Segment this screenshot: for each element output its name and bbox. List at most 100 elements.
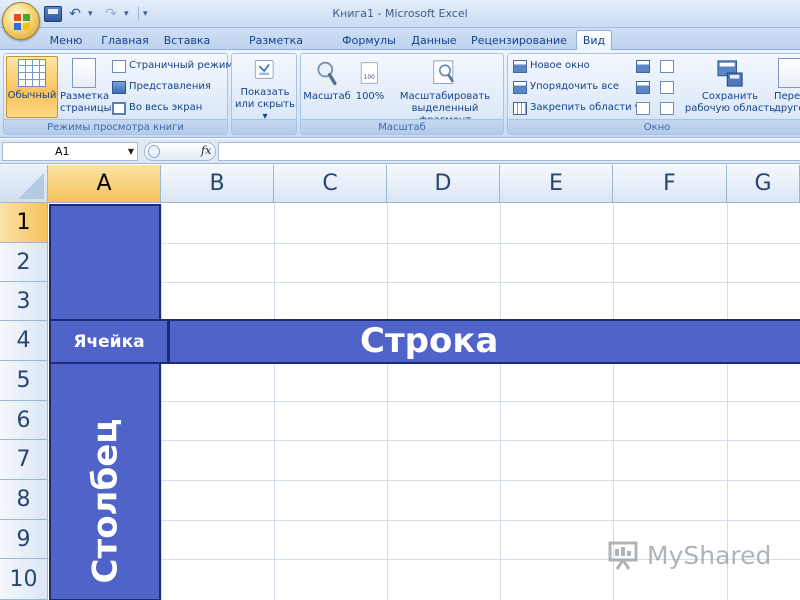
save-workspace-button[interactable]: Сохранить рабочую область	[684, 56, 776, 118]
formula-input[interactable]	[218, 142, 800, 161]
page-layout-label-1: Разметка	[60, 91, 110, 102]
row-header-2[interactable]: 2	[0, 243, 48, 282]
sync-scroll-button[interactable]	[660, 78, 674, 96]
tab-view[interactable]: Вид	[576, 30, 612, 51]
group-label-zoom: Масштаб	[301, 119, 503, 134]
column-header-f[interactable]: F	[613, 165, 727, 203]
row-header-5[interactable]: 5	[0, 361, 48, 401]
select-all-corner[interactable]	[0, 165, 48, 203]
title-bar: ↶ ▾ ↷ ▾ ▾ Книга1 - Microsoft Excel	[0, 0, 800, 28]
split-button[interactable]	[636, 57, 650, 75]
switch-windows-button[interactable]: Перей другое	[774, 56, 800, 118]
column-header-c[interactable]: C	[274, 165, 387, 203]
row-header-10[interactable]: 10	[0, 559, 48, 600]
zoom-label: Масштаб	[303, 91, 351, 102]
arrange-all-icon	[513, 80, 527, 94]
window-title: Книга1 - Microsoft Excel	[332, 7, 468, 20]
row-header-8[interactable]: 8	[0, 480, 48, 520]
save-workspace-label-1: Сохранить	[701, 91, 759, 102]
normal-view-icon	[18, 59, 46, 87]
hide-window-button[interactable]	[636, 78, 650, 96]
reset-position-button[interactable]	[660, 99, 674, 117]
row-header-1[interactable]: 1	[0, 203, 48, 243]
custom-views-button[interactable]: Представления	[112, 78, 211, 96]
column-label-text: Столбец	[85, 418, 126, 584]
row-header-6[interactable]: 6	[0, 401, 48, 440]
page-break-icon	[112, 59, 126, 73]
spreadsheet-grid[interactable]: A B C D E F G 1 2 3 4 5 6 7 8 9 10 Столб…	[0, 165, 800, 600]
column-header-g[interactable]: G	[727, 165, 800, 203]
new-window-button[interactable]: Новое окно	[513, 57, 590, 75]
column-label: Столбец	[55, 411, 155, 591]
zoom-selection-label-1: Масштабировать	[399, 91, 491, 102]
page-break-preview-button[interactable]: Страничный режим	[112, 57, 233, 75]
page-layout-icon	[72, 58, 96, 88]
normal-view-button[interactable]: Обычный	[6, 56, 58, 118]
name-box-dropdown-icon[interactable]: ▼	[128, 143, 134, 160]
zoom-selection-icon	[433, 60, 454, 84]
group-window: Новое окно Упорядочить все Закрепить обл…	[507, 53, 800, 135]
row-header-7[interactable]: 7	[0, 440, 48, 480]
sync-scroll-icon	[660, 80, 674, 94]
full-screen-button[interactable]: Во весь экран	[112, 99, 202, 117]
page-break-label: Страничный режим	[129, 60, 233, 71]
zoom-to-selection-button[interactable]: Масштабировать выделенный фрагмент	[389, 56, 501, 126]
column-header-b[interactable]: B	[161, 165, 274, 203]
group-show-hide: Показать или скрыть ▾	[231, 53, 297, 135]
side-by-side-icon	[660, 59, 674, 73]
switch-windows-icon	[778, 58, 800, 88]
freeze-panes-button[interactable]: Закрепить области ▾	[513, 99, 640, 117]
save-workspace-label-2: рабочую область	[684, 103, 776, 114]
switch-windows-label-1: Перей	[774, 91, 800, 102]
presentation-board-icon	[608, 541, 638, 570]
row-label: Строка	[360, 321, 499, 361]
show-hide-label-1: Показать	[240, 87, 290, 98]
freeze-panes-icon	[513, 101, 527, 115]
view-side-by-side-button[interactable]	[660, 57, 674, 75]
zoom-button[interactable]: Масштаб	[303, 56, 351, 118]
zoom-100-button[interactable]: 100 100%	[353, 56, 387, 118]
cell-label: Ячейка	[73, 331, 145, 352]
unhide-window-button[interactable]	[636, 99, 650, 117]
new-window-icon	[513, 59, 527, 73]
tab-menu[interactable]: Меню	[46, 32, 86, 50]
page-layout-button[interactable]: Разметка страницы	[60, 56, 112, 118]
tab-formulas[interactable]: Формулы	[340, 32, 398, 50]
office-logo-icon	[14, 14, 30, 30]
tab-page-layout[interactable]: Разметка страницы	[224, 32, 328, 65]
row-highlight: Строка	[168, 319, 800, 364]
zoom-100-icon: 100	[360, 62, 378, 84]
ribbon-tabs: Меню Главная Вставка Разметка страницы Ф…	[0, 28, 800, 65]
full-screen-label: Во весь экран	[129, 102, 203, 113]
tab-review[interactable]: Рецензирование	[470, 32, 568, 50]
column-header-e[interactable]: E	[500, 165, 613, 203]
row-header-3[interactable]: 3	[0, 282, 48, 321]
save-workspace-icon	[717, 60, 743, 87]
column-header-d[interactable]: D	[387, 165, 500, 203]
formula-buttons: fx	[144, 142, 216, 161]
arrange-all-button[interactable]: Упорядочить все	[513, 78, 619, 96]
group-zoom: Масштаб 100 100% Масштабировать выделенн…	[300, 53, 504, 135]
watermark-text: MyShared	[647, 540, 772, 570]
office-button[interactable]	[2, 2, 40, 40]
row-header-9[interactable]: 9	[0, 520, 48, 559]
new-window-label: Новое окно	[530, 60, 590, 71]
show-hide-button[interactable]: Показать или скрыть ▾	[234, 56, 296, 122]
name-box[interactable]: A1 ▼	[2, 142, 138, 161]
insert-function-button[interactable]: fx	[201, 144, 211, 157]
tab-insert[interactable]: Вставка	[162, 32, 212, 50]
formula-grip-icon[interactable]	[148, 145, 160, 158]
tab-data[interactable]: Данные	[408, 32, 460, 50]
formula-bar: A1 ▼ fx	[0, 139, 800, 164]
column-header-a[interactable]: A	[48, 165, 161, 203]
name-box-value: A1	[55, 145, 70, 158]
group-label-views: Режимы просмотра книги	[4, 119, 227, 134]
show-hide-label-2: или скрыть	[234, 99, 296, 110]
hide-window-icon	[636, 80, 650, 94]
tab-home[interactable]: Главная	[98, 32, 152, 50]
normal-view-label: Обычный	[7, 90, 57, 101]
watermark: MyShared	[607, 538, 771, 572]
group-label-show	[232, 119, 296, 134]
row-header-4[interactable]: 4	[0, 321, 48, 361]
custom-views-label: Представления	[129, 81, 211, 92]
